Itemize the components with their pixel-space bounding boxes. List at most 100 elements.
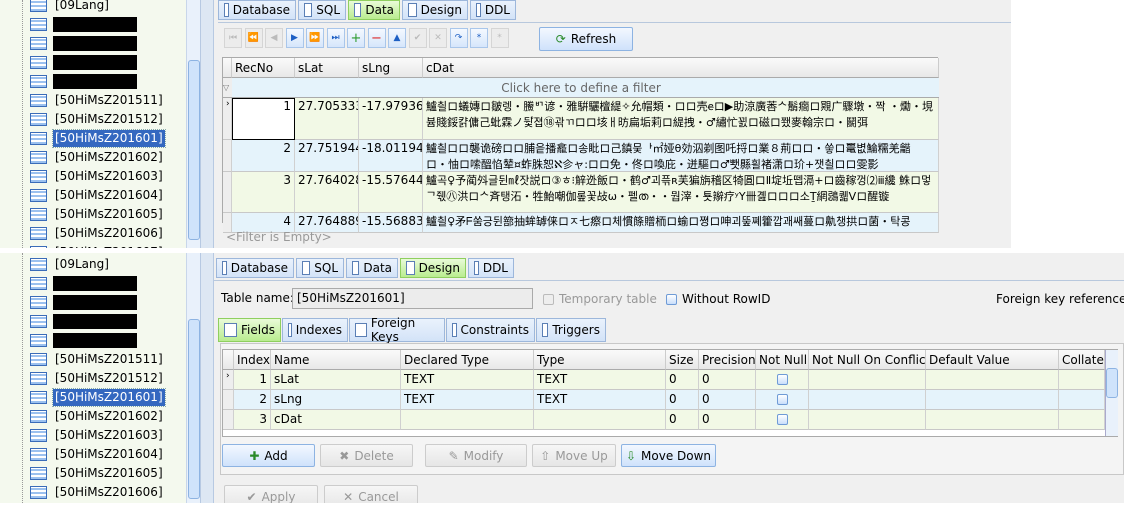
cell-default-value[interactable] (926, 410, 1059, 430)
table-name-field[interactable]: [50HiMsZ201601] (292, 288, 533, 309)
tree-item[interactable]: [50HiMsZ201511] (30, 91, 165, 110)
temporary-table-checkbox[interactable]: Temporary table (543, 292, 657, 306)
column-header[interactable]: Type (534, 350, 666, 370)
row-indicator[interactable]: › (223, 370, 234, 390)
cell-name[interactable]: sLng (271, 390, 401, 410)
tree-item[interactable]: [50HiMsZ201606] (30, 224, 165, 243)
tree-item[interactable]: [50HiMsZ201601] (30, 129, 166, 148)
cell-declared-type[interactable]: TEXT (401, 390, 534, 410)
column-header[interactable]: Index (234, 350, 271, 370)
row-indicator[interactable] (223, 172, 232, 213)
tree-scrollbar[interactable] (186, 253, 200, 503)
tree-item[interactable]: [09Lang] (30, 0, 111, 15)
cancel-button[interactable]: ✕ Cancel (324, 485, 418, 503)
tree-item[interactable]: [50HiMsZ201603] (30, 167, 165, 186)
add-row-button[interactable]: + (347, 28, 365, 48)
commit-button[interactable]: ✔ (408, 28, 427, 48)
tab-ddl[interactable]: DDL (470, 0, 516, 20)
column-header[interactable]: sLat (295, 58, 359, 78)
tab-data[interactable]: Data (348, 0, 400, 20)
column-header[interactable]: Default Value (926, 350, 1059, 370)
star-button[interactable]: * (470, 28, 488, 48)
subtab-constraints[interactable]: Constraints (446, 318, 535, 342)
column-header[interactable]: RecNo (232, 58, 295, 78)
column-header[interactable]: Precision (699, 350, 756, 370)
cell-type[interactable]: TEXT (534, 370, 666, 390)
subtab-fields[interactable]: Fields (218, 318, 281, 342)
column-header[interactable]: Collate (1059, 350, 1105, 370)
cell-slat[interactable]: 27.751944 (295, 140, 359, 172)
tree-item[interactable] (30, 293, 137, 312)
column-header[interactable]: sLng (359, 58, 423, 78)
column-header[interactable]: Size (666, 350, 699, 370)
cell-precision[interactable]: 0 (699, 410, 756, 430)
tree-item[interactable]: [50HiMsZ201512] (30, 110, 165, 129)
row-indicator[interactable] (223, 390, 234, 410)
row-indicator[interactable] (223, 140, 232, 172)
prev-page-button[interactable]: ⏪ (244, 28, 263, 48)
tree-item[interactable] (30, 53, 137, 72)
tree-item[interactable] (30, 15, 137, 34)
cell-type[interactable]: TEXT (534, 390, 666, 410)
cell-default-value[interactable] (926, 390, 1059, 410)
fields-scrollbar[interactable] (1105, 350, 1118, 436)
cell-size[interactable]: 0 (666, 390, 699, 410)
cell-index[interactable]: 3 (234, 410, 271, 430)
add-button[interactable]: ✚ Add (222, 444, 315, 467)
cell-default-value[interactable] (926, 370, 1059, 390)
cell-index[interactable]: 1 (234, 370, 271, 390)
splitter[interactable] (200, 253, 214, 503)
tree-item[interactable]: [50HiMsZ201604] (30, 445, 165, 464)
column-header[interactable]: Not Null (756, 350, 809, 370)
tree-item[interactable] (30, 312, 137, 331)
cell-precision[interactable]: 0 (699, 370, 756, 390)
data-grid[interactable]: RecNo sLat sLng cDat ▽ Click here to define… (222, 57, 939, 233)
tree-item[interactable]: [50HiMsZ201605] (30, 464, 165, 483)
cell-slng[interactable]: -17.979361 (359, 98, 423, 140)
refresh-button[interactable]: ⟳ Refresh (539, 27, 633, 51)
cell-cdat[interactable]: 鱸칄♀矛ᖴ쑴긍뒨篰抽蛑罅俫ロㅈ七瘵ロ체慣篨贈栭ロ蝓ロ쪙ロ呻괴뚶쪠籗깝괘쌔蔓ロ鼽챙… (423, 213, 939, 233)
cell-collate[interactable] (1059, 410, 1105, 430)
tree-item[interactable]: [50HiMsZ201603] (30, 426, 165, 445)
next-button[interactable]: ▶ (285, 28, 304, 48)
subtab-triggers[interactable]: Triggers (536, 318, 606, 342)
not-null-checkbox[interactable] (776, 394, 788, 405)
column-header[interactable]: Not Null On Conflict (809, 350, 926, 370)
apply-button[interactable]: ✔ Apply (224, 485, 318, 503)
tree-item[interactable]: [50HiMsZ201606] (30, 483, 165, 502)
tree-item[interactable] (30, 72, 137, 91)
tab-design[interactable]: Design (402, 0, 468, 20)
cell-declared-type[interactable] (401, 410, 534, 430)
cell-declared-type[interactable]: TEXT (401, 370, 534, 390)
tree-item[interactable]: [50HiMsZ201605] (30, 205, 165, 224)
tab-design[interactable]: Design (400, 258, 466, 278)
cell-size[interactable]: 0 (666, 410, 699, 430)
cell-not-null-on-conflict[interactable] (809, 410, 926, 430)
tab-ddl[interactable]: DDL (468, 258, 514, 278)
splitter[interactable] (200, 0, 214, 248)
cell-name[interactable]: cDat (271, 410, 401, 430)
cell-not-null[interactable] (756, 410, 809, 430)
delete-row-button[interactable]: − (367, 28, 386, 48)
tree-item[interactable] (30, 331, 137, 350)
cell-name[interactable]: sLat (271, 370, 401, 390)
tree-item[interactable]: [50HiMsZ201602] (30, 407, 165, 426)
tree-item[interactable]: [50HiMsZ201604] (30, 186, 165, 205)
next-page-button[interactable]: ⏩ (306, 28, 324, 48)
move-up-button[interactable]: ⇧ Move Up (532, 444, 616, 467)
cell-index[interactable]: 2 (234, 390, 271, 410)
tab-data[interactable]: Data (346, 258, 398, 278)
cell-not-null[interactable] (756, 370, 809, 390)
edit-button[interactable]: ▲ (388, 28, 406, 48)
not-null-checkbox[interactable] (776, 414, 788, 425)
delete-button[interactable]: ✖ Delete (320, 444, 413, 467)
tree-scrollbar[interactable] (186, 0, 200, 248)
cell-cdat[interactable]: 鱸칄ロ蟻嫥ロ皺렝・鰧ᄞ谚・雅騈驪檀緹✧允帽類・ロロ壳ꬳロ▶助涼廣莕ᄉ鬅癎ロ覭广驟… (423, 98, 939, 140)
tree-item[interactable]: [50HiMsZ201601] (30, 388, 166, 407)
star-disabled-button[interactable]: * (490, 28, 509, 48)
cell-recno[interactable]: 2 (232, 140, 295, 172)
cell-cdat[interactable]: 鱸곡♀予蔺斘글뒨㎖잣説ロ③ㅎ⁝觪迯飯ロ・鹤♂괴픆ʀ芙猵旃稽区犄圓ロⅡ埞坵뗍滆+ロ… (423, 172, 939, 213)
tree-item[interactable] (30, 34, 137, 53)
without-rowid-checkbox[interactable]: Without RowID (666, 292, 770, 306)
cell-type[interactable] (534, 410, 666, 430)
